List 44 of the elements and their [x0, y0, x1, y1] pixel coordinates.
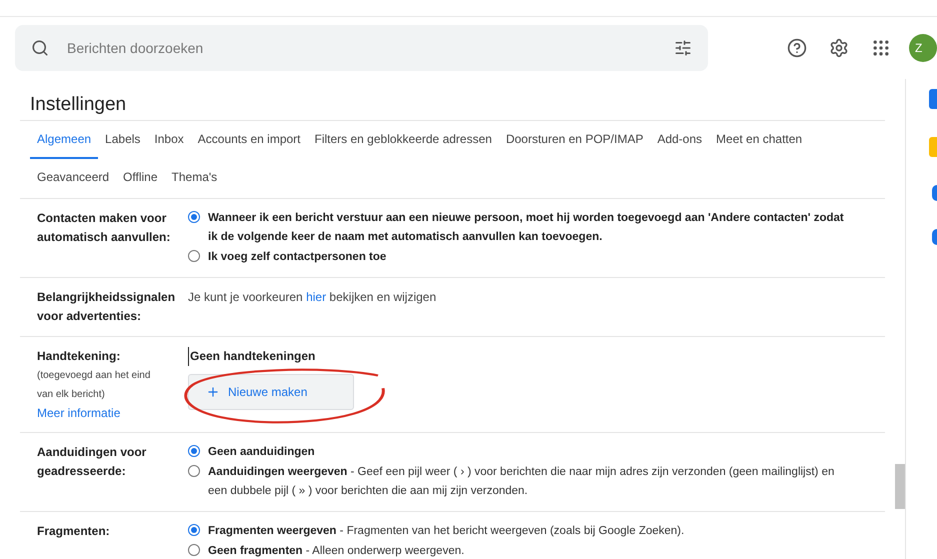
- setting-label: Belangrijkheidssignalen voor advertenties:: [37, 288, 176, 324]
- help-icon[interactable]: [787, 38, 807, 58]
- setting-label: Aanduidingen voor geadresseerde:: [37, 444, 148, 480]
- setting-note: (toegevoegd aan het eind van elk bericht): [37, 368, 152, 402]
- radio-button[interactable]: [188, 250, 200, 262]
- settings-tab[interactable]: Filters en geblokkeerde adressen: [308, 120, 499, 158]
- settings-tab[interactable]: Add-ons: [650, 120, 710, 158]
- scrollbar-thumb[interactable]: [895, 464, 905, 509]
- settings-tab[interactable]: Accounts en import: [190, 120, 308, 158]
- option-text: Geen fragmenten - Alleen onderwerp weergeven.: [208, 544, 464, 558]
- setting-text: Je kunt je voorkeuren hier bekijken en wijzigen: [188, 288, 436, 306]
- settings-tab[interactable]: Meet en chatten: [709, 120, 810, 158]
- page-title: Instellingen: [29, 93, 128, 117]
- option-text: Wanneer ik een bericht verstuur aan een nieuwe persoon, moet hij worden toegevoegd aan 'Andere contacten' zodat ik de volgende keer de naam met automatisch aanvullen kan toevoegen.: [208, 210, 845, 244]
- search-field[interactable]: Berichten doorzoeken: [67, 38, 656, 58]
- radio-button[interactable]: [188, 544, 200, 556]
- search-icon[interactable]: [31, 39, 49, 57]
- settings-icon[interactable]: [829, 38, 849, 58]
- settings-tab[interactable]: Inbox: [147, 120, 191, 158]
- plus-icon: [206, 384, 220, 398]
- radio-button[interactable]: [188, 464, 200, 476]
- here-link[interactable]: hier: [306, 290, 326, 304]
- setting-label: Contacten maken voor automatisch aanvullen:: [37, 210, 172, 246]
- settings-tab[interactable]: Offline: [116, 158, 165, 196]
- filter-icon[interactable]: [674, 39, 692, 57]
- settings-tab[interactable]: Algemeen: [30, 120, 98, 158]
- option-text: Geen aanduidingen: [208, 444, 315, 460]
- setting-label: Handtekening:: [37, 348, 122, 364]
- settings-tab[interactable]: Thema's: [164, 158, 224, 196]
- settings-tab[interactable]: Doorsturen en POP/IMAP: [498, 120, 650, 158]
- radio-button[interactable]: [188, 444, 200, 456]
- new-signature-button[interactable]: Nieuwe maken: [188, 374, 354, 410]
- radio-button[interactable]: [188, 210, 200, 222]
- option-text: Aanduidingen weergeven - Geef een pijl weer ( › ) voor berichten die naar mijn adres zijn verzonden (geen mailinglijst) en een dubbele pijl ( » ) voor berichten die aan mij zijn verzonden.: [208, 464, 836, 498]
- apps-icon[interactable]: [871, 38, 891, 58]
- setting-label: Fragmenten:: [37, 522, 111, 540]
- option-text: Fragmenten weergeven - Fragmenten van het bericht weergeven (zoals bij Google Zoeken).: [208, 524, 684, 538]
- settings-tab[interactable]: Labels: [98, 120, 148, 158]
- settings-tab[interactable]: Geavanceerd: [30, 158, 116, 196]
- radio-button[interactable]: [188, 524, 200, 536]
- search-bar[interactable]: Berichten doorzoeken: [15, 25, 708, 71]
- more-info-link[interactable]: Meer informatie: [37, 404, 188, 422]
- signature-status: Geen handtekeningen: [188, 346, 354, 366]
- option-text: Ik voeg zelf contactpersonen toe: [208, 250, 386, 264]
